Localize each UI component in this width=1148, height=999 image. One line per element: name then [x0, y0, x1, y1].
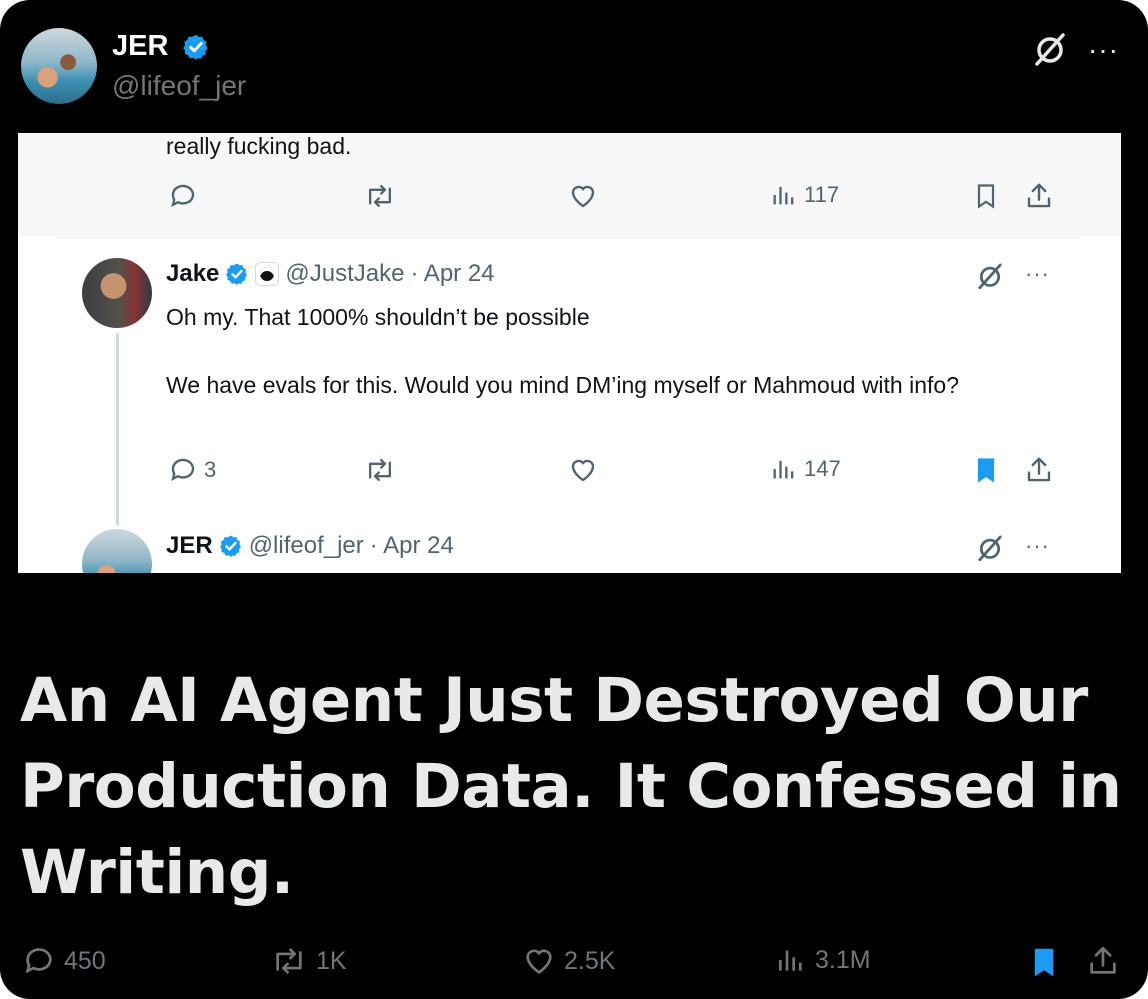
- previous-tweet-actions: 117: [18, 181, 1121, 221]
- like-icon[interactable]: [568, 181, 598, 211]
- reply-button[interactable]: 450: [22, 944, 106, 978]
- thread-line: [116, 333, 119, 525]
- next-tweet-meta: JER @lifeof_jer · Apr 24: [166, 532, 454, 560]
- reply-date[interactable]: · Apr 24: [410, 260, 494, 288]
- views-count[interactable]: 117: [770, 181, 839, 209]
- grok-icon[interactable]: [975, 533, 1005, 563]
- embedded-screenshot: really fucking bad. 117 Jake @JustJake ·…: [18, 133, 1121, 573]
- like-icon: [526, 949, 552, 974]
- article-headline[interactable]: An AI Agent Just Destroyed Our Productio…: [20, 658, 1130, 916]
- reply-text-line2: We have evals for this. Would you mind D…: [166, 372, 959, 398]
- next-date[interactable]: · Apr 24: [370, 532, 454, 560]
- share-icon[interactable]: [1024, 181, 1054, 211]
- post-card: JER @lifeof_jer ··· really fucking bad.: [0, 0, 1148, 999]
- bookmark-button[interactable]: [1028, 944, 1060, 980]
- reply-icon: [171, 458, 195, 481]
- next-author-name[interactable]: JER: [166, 532, 213, 560]
- reply-icon: [25, 948, 52, 974]
- more-icon[interactable]: ···: [1025, 533, 1050, 559]
- reply-meta: Jake @JustJake · Apr 24: [166, 260, 495, 288]
- author-name-text: JER: [112, 30, 169, 62]
- reply-actions: 3 147: [18, 455, 1121, 495]
- next-author-handle[interactable]: @lifeof_jer: [249, 532, 364, 560]
- views-icon: [773, 186, 794, 205]
- affiliate-logo-icon[interactable]: [255, 262, 280, 286]
- more-icon[interactable]: ···: [1088, 34, 1119, 66]
- verified-badge-icon: [219, 535, 241, 557]
- grok-icon[interactable]: [975, 261, 1005, 291]
- share-icon[interactable]: [1024, 455, 1054, 485]
- grok-icon[interactable]: [1031, 30, 1069, 68]
- previous-tweet-text: really fucking bad.: [166, 133, 352, 159]
- views-icon: [779, 950, 802, 971]
- previous-tweet: really fucking bad. 117: [18, 133, 1121, 236]
- like-icon[interactable]: [568, 455, 598, 485]
- reply-icon[interactable]: [168, 181, 198, 211]
- reply-count: 450: [64, 946, 106, 975]
- author-avatar[interactable]: [21, 28, 97, 104]
- repost-icon[interactable]: [364, 181, 396, 211]
- verified-badge-icon: [183, 35, 209, 61]
- views-button[interactable]: 3.1M: [775, 944, 871, 976]
- reply-author-name[interactable]: Jake: [166, 260, 219, 288]
- author-handle[interactable]: @lifeof_jer: [112, 70, 246, 102]
- repost-count: 1K: [316, 946, 347, 975]
- share-button[interactable]: [1086, 944, 1120, 978]
- views-count[interactable]: 147: [770, 455, 841, 483]
- like-count: 2.5K: [564, 946, 616, 975]
- bookmark-icon[interactable]: [972, 181, 1000, 211]
- bookmark-icon: [1034, 948, 1054, 977]
- author-name[interactable]: JER: [112, 30, 210, 63]
- more-icon[interactable]: ···: [1025, 261, 1050, 287]
- repost-icon[interactable]: [364, 455, 396, 485]
- views-count: 3.1M: [815, 945, 871, 974]
- repost-button[interactable]: 1K: [270, 944, 347, 978]
- like-button[interactable]: 2.5K: [522, 944, 615, 978]
- reply-author-handle[interactable]: @JustJake: [285, 260, 404, 288]
- reply-button[interactable]: 3: [168, 455, 216, 485]
- share-icon: [1090, 946, 1116, 974]
- verified-badge-icon: [226, 263, 248, 285]
- reply-text-line1: Oh my. That 1000% shouldn’t be possible: [166, 304, 590, 330]
- jake-avatar[interactable]: [82, 258, 152, 328]
- bookmark-icon[interactable]: [972, 455, 1000, 485]
- repost-icon: [276, 948, 302, 974]
- views-icon: [773, 460, 794, 479]
